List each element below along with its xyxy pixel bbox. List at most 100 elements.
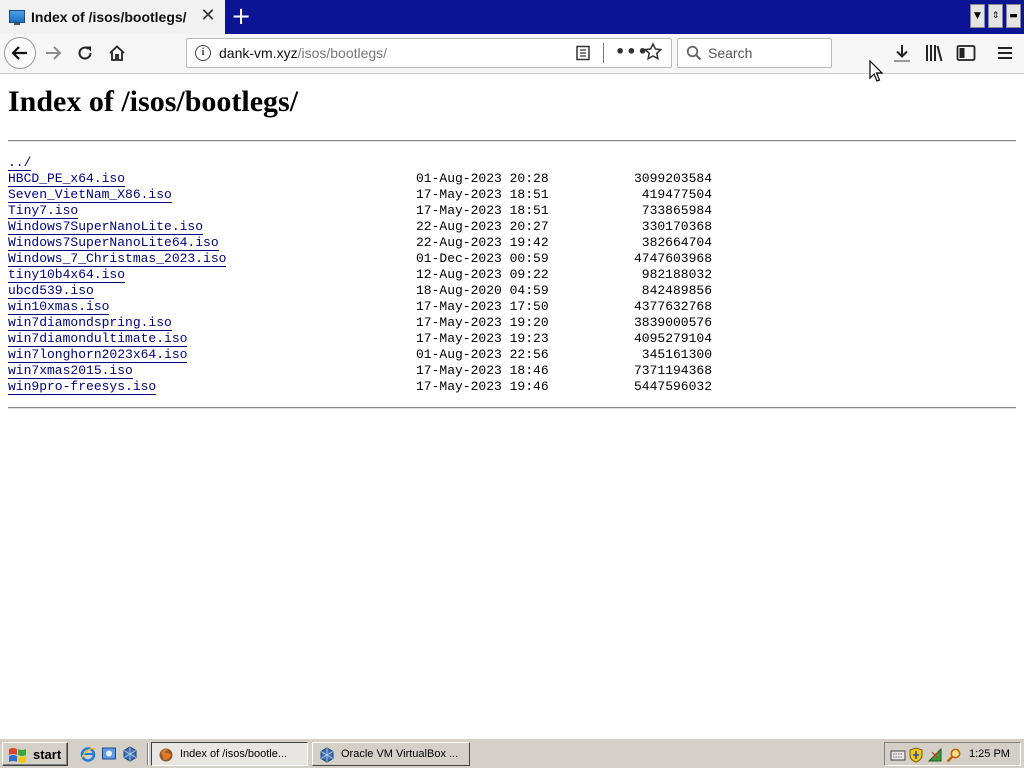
file-link[interactable]: Windows7SuperNanoLite64.iso [8, 235, 219, 251]
download-icon[interactable] [891, 42, 913, 64]
file-date: 01-Aug-2023 22:56 [416, 347, 549, 362]
home-button[interactable] [102, 38, 132, 68]
file-link[interactable]: win10xmas.iso [8, 299, 110, 315]
plus-icon[interactable]: + [229, 3, 253, 29]
url-bar[interactable]: i dank-vm.xyz/isos/bootlegs/ ••• [186, 38, 672, 68]
virtualbox-task-icon [320, 747, 334, 763]
keyboard-icon[interactable] [890, 747, 906, 763]
file-date: 17-May-2023 19:23 [416, 331, 549, 346]
file-link[interactable]: win7diamondspring.iso [8, 315, 172, 331]
list-item: ubcd539.iso 18-Aug-2020 04:59 842489856 [8, 283, 1008, 299]
file-date: 17-May-2023 18:51 [416, 203, 549, 218]
file-date: 17-May-2023 18:46 [416, 363, 549, 378]
list-item: win9pro-freesys.iso 17-May-2023 19:46 5447… [8, 379, 1008, 395]
minimize-window-button[interactable]: ▬ [1006, 4, 1021, 28]
bottom-divider [8, 407, 1016, 409]
security-shield-icon[interactable] [908, 747, 924, 763]
info-icon[interactable]: i [195, 45, 211, 61]
url-host: dank-vm.xyz [219, 45, 298, 61]
file-date: 17-May-2023 17:50 [416, 299, 549, 314]
back-button[interactable] [4, 37, 36, 69]
file-link[interactable]: HBCD_PE_x64.iso [8, 171, 126, 187]
tab-list-dropdown-button[interactable]: ▼ [970, 4, 985, 28]
tab-active[interactable]: Index of /isos/bootlegs/ ✕ [0, 0, 225, 34]
sidebar-icon[interactable] [955, 42, 977, 64]
list-item: Windows_7_Christmas_2023.iso 01-Dec-2023 … [8, 251, 1008, 267]
back-arrow-icon [11, 46, 27, 60]
system-tray: 1:25 PM [884, 742, 1021, 766]
file-size: 419477504 [641, 187, 712, 202]
taskbar-divider [147, 743, 149, 765]
file-size: 3099203584 [633, 171, 712, 186]
file-size: 330170368 [641, 219, 712, 234]
parent-directory-row: ../ [8, 155, 1008, 171]
file-link[interactable]: tiny10b4x64.iso [8, 267, 126, 283]
library-icon[interactable] [923, 42, 945, 64]
file-date: 22-Aug-2023 19:42 [416, 235, 549, 250]
list-item: win10xmas.iso 17-May-2023 17:50 4377632768 [8, 299, 1008, 315]
file-link[interactable]: Windows7SuperNanoLite.iso [8, 219, 204, 235]
list-item: win7diamondspring.iso 17-May-2023 19:20 38… [8, 315, 1008, 331]
file-link[interactable]: ubcd539.iso [8, 283, 94, 299]
file-size: 982188032 [641, 267, 712, 282]
start-label: start [33, 747, 62, 762]
start-button[interactable]: start [2, 742, 68, 766]
file-link[interactable]: Seven_VietNam_X86.iso [8, 187, 172, 203]
search-icon [686, 45, 702, 61]
file-size: 382664704 [641, 235, 712, 250]
search-placeholder: Search [708, 45, 753, 61]
file-date: 17-May-2023 19:46 [416, 379, 549, 394]
page-title: Index of /isos/bootlegs/ [8, 85, 299, 118]
task-virtualbox[interactable]: Oracle VM VirtualBox ... [312, 742, 470, 766]
url-separator [603, 43, 604, 63]
file-size: 733865984 [641, 203, 712, 218]
tab-strip: Index of /isos/bootlegs/ ✕ + ▼ ⇕ ▬ [0, 0, 1024, 34]
task-firefox[interactable]: Index of /isos/bootle... [151, 742, 308, 766]
show-desktop-icon[interactable] [101, 746, 117, 762]
bookmark-star-icon[interactable] [643, 42, 663, 62]
file-link[interactable]: win7diamondultimate.iso [8, 331, 188, 347]
page-content: Index of /isos/bootlegs/ ../ HBCD_PE_x64… [0, 75, 1024, 738]
file-link[interactable]: Tiny7.iso [8, 203, 79, 219]
clock: 1:25 PM [969, 748, 1010, 760]
list-item: Seven_VietNam_X86.iso 17-May-2023 18:51 41… [8, 187, 1008, 203]
magnifier-tray-icon[interactable] [946, 747, 962, 763]
file-size: 345161300 [641, 347, 712, 362]
file-size: 842489856 [641, 283, 712, 298]
windows-flag-icon [9, 748, 26, 763]
forward-arrow-icon [46, 46, 62, 60]
list-item: tiny10b4x64.iso 12-Aug-2023 09:22 98218803… [8, 267, 1008, 283]
list-item: Tiny7.iso 17-May-2023 18:51 733865984 [8, 203, 1008, 219]
url-text[interactable]: dank-vm.xyz/isos/bootlegs/ [219, 45, 387, 61]
file-link[interactable]: win7longhorn2023x64.iso [8, 347, 188, 363]
virtualbox-quicklaunch-icon[interactable] [122, 746, 138, 762]
forward-button[interactable] [38, 38, 68, 68]
file-size: 4377632768 [633, 299, 712, 314]
file-date: 22-Aug-2023 20:27 [416, 219, 549, 234]
hamburger-menu-icon[interactable] [994, 42, 1016, 64]
restore-window-button[interactable]: ⇕ [988, 4, 1003, 28]
file-size: 4747603968 [633, 251, 712, 266]
network-status-icon[interactable] [927, 747, 943, 763]
internet-explorer-icon[interactable] [80, 746, 96, 762]
list-item: win7xmas2015.iso 17-May-2023 18:46 7371194… [8, 363, 1008, 379]
file-link[interactable]: win7xmas2015.iso [8, 363, 133, 379]
file-link[interactable]: Windows_7_Christmas_2023.iso [8, 251, 227, 267]
parent-directory-link[interactable]: ../ [8, 155, 32, 171]
list-item: win7diamondultimate.iso 17-May-2023 19:23… [8, 331, 1008, 347]
list-item: Windows7SuperNanoLite64.iso 22-Aug-2023 1… [8, 235, 1008, 251]
top-divider [8, 140, 1016, 142]
file-date: 17-May-2023 19:20 [416, 315, 549, 330]
home-icon [109, 45, 125, 61]
reload-button[interactable] [70, 38, 100, 68]
task-label: Index of /isos/bootle... [180, 748, 288, 760]
file-date: 01-Aug-2023 20:28 [416, 171, 549, 186]
file-size: 5447596032 [633, 379, 712, 394]
close-icon[interactable]: ✕ [199, 6, 217, 26]
tab-title: Index of /isos/bootlegs/ [31, 9, 187, 25]
file-size: 4095279104 [633, 331, 712, 346]
search-bar[interactable]: Search [677, 38, 832, 68]
reader-view-icon[interactable] [575, 45, 591, 61]
file-link[interactable]: win9pro-freesys.iso [8, 379, 157, 395]
file-size: 3839000576 [633, 315, 712, 330]
